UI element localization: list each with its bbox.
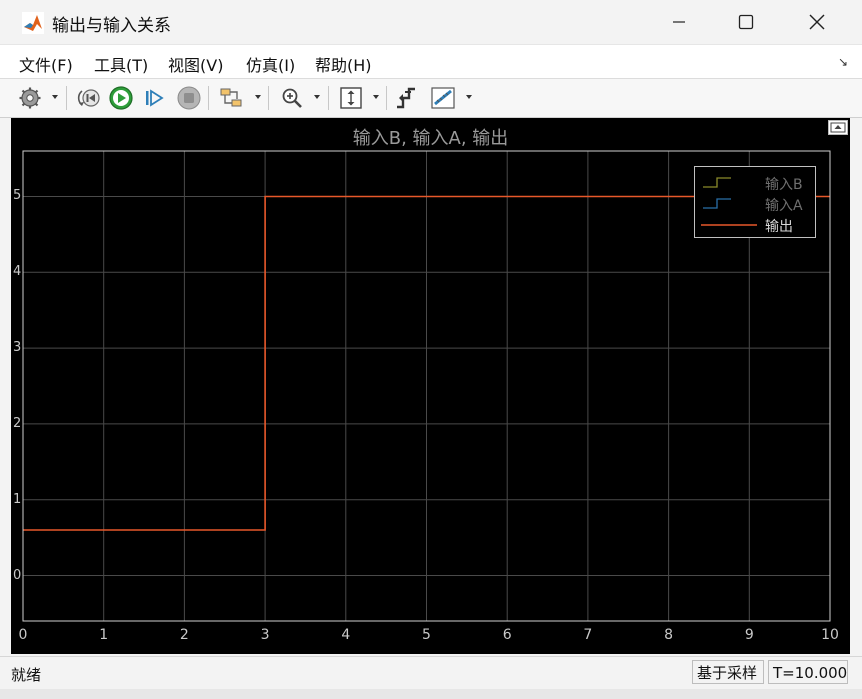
stop-icon [177, 86, 201, 110]
scope-window: 输出与输入关系 文件(F) 工具(T) 视图(V) 仿真(I) 帮助(H) ↘ [0, 0, 862, 699]
y-tick-label: 2 [13, 415, 22, 431]
undock-icon[interactable] [828, 120, 848, 135]
legend-entry: 输入A [695, 194, 815, 214]
toolbar-separator [386, 86, 387, 110]
window-title: 输出与输入关系 [52, 16, 171, 36]
autoscale-icon [340, 87, 362, 109]
maximize-icon [738, 14, 754, 30]
step-forward-icon [146, 89, 164, 107]
toolbar-separator [328, 86, 329, 110]
close-button[interactable] [786, 0, 848, 44]
legend-label: 输入A [765, 198, 803, 214]
plot-legend[interactable]: 输入B 输入A 输出 [694, 166, 816, 238]
title-bar: 输出与输入关系 [0, 0, 862, 44]
legend-step-icon [703, 177, 731, 188]
toolbar-separator [268, 86, 269, 110]
legend-label: 输入B [765, 177, 803, 193]
legend-entry: 输入B [695, 173, 815, 193]
y-tick-label: 5 [13, 188, 22, 204]
measurements-icon [431, 87, 455, 109]
scope-plot: 输入B, 输入A, 输出 012345 0 1 2 3 4 5 6 7 8 9 10 输入B 输入A [11, 118, 850, 654]
sample-mode-indicator: 基于采样 [692, 660, 764, 684]
menu-view[interactable]: 视图(V) [168, 52, 223, 76]
y-tick-label: 4 [13, 264, 22, 280]
x-tick-label: 3 [260, 627, 270, 643]
menu-overflow-icon[interactable]: ↘ [838, 55, 848, 69]
zoom-dropdown-icon[interactable] [314, 95, 320, 99]
signal-selector-icon [220, 88, 242, 107]
stop-button[interactable] [176, 85, 202, 111]
triggers-icon [397, 87, 415, 109]
x-tick-label: 9 [744, 627, 754, 643]
zoom-in-icon [282, 88, 302, 108]
x-tick-label: 0 [18, 627, 28, 643]
settings-dropdown-icon[interactable] [52, 95, 58, 99]
toolbar-separator [66, 86, 67, 110]
y-tick-label: 3 [13, 340, 22, 356]
step-forward-button[interactable] [142, 85, 166, 111]
settings-button[interactable] [18, 85, 42, 111]
close-icon [809, 14, 825, 30]
run-icon [109, 86, 133, 110]
legend-step-icon [703, 198, 731, 209]
signal-selector-button[interactable] [218, 85, 246, 111]
time-indicator: T=10.000 [768, 660, 848, 684]
x-tick-label: 2 [179, 627, 189, 643]
menu-tools[interactable]: 工具(T) [94, 52, 148, 76]
legend-entry: 输出 [695, 215, 815, 235]
toolbar-separator [208, 86, 209, 110]
signal-selector-dropdown-icon[interactable] [255, 95, 261, 99]
x-tick-label: 5 [422, 627, 431, 643]
legend-label: 输出 [765, 219, 793, 235]
autoscale-dropdown-icon[interactable] [373, 95, 379, 99]
x-tick-label: 6 [502, 627, 512, 643]
measurements-button[interactable] [430, 85, 458, 111]
y-tick-label: 0 [13, 567, 22, 583]
matlab-logo-icon [22, 12, 44, 34]
y-tick-label: 1 [13, 491, 22, 507]
autoscale-button[interactable] [338, 85, 364, 111]
status-text: 就绪 [11, 666, 42, 684]
step-back-button[interactable] [76, 85, 102, 111]
zoom-in-button[interactable] [280, 85, 304, 111]
status-bar: 就绪 基于采样 T=10.000 [0, 656, 862, 689]
x-tick-label: 4 [341, 627, 351, 643]
triggers-button[interactable] [395, 85, 419, 111]
x-tick-label: 8 [664, 627, 674, 643]
run-button[interactable] [108, 85, 134, 111]
settings-icon [19, 87, 41, 109]
x-tick-label: 10 [821, 627, 839, 643]
toolbar [0, 78, 862, 118]
window-bottom-edge [0, 689, 862, 699]
menu-simulation[interactable]: 仿真(I) [246, 52, 295, 76]
legend-line-icon [701, 224, 757, 226]
x-tick-label: 1 [99, 627, 109, 643]
menu-file[interactable]: 文件(F) [19, 52, 73, 76]
x-tick-label: 7 [583, 627, 593, 643]
step-back-icon [77, 89, 100, 107]
minimize-button[interactable] [648, 0, 710, 44]
menu-bar: 文件(F) 工具(T) 视图(V) 仿真(I) 帮助(H) ↘ [0, 44, 862, 79]
menu-help[interactable]: 帮助(H) [315, 52, 372, 76]
measurements-dropdown-icon[interactable] [466, 95, 472, 99]
maximize-button[interactable] [715, 0, 777, 44]
minimize-icon [673, 21, 685, 23]
